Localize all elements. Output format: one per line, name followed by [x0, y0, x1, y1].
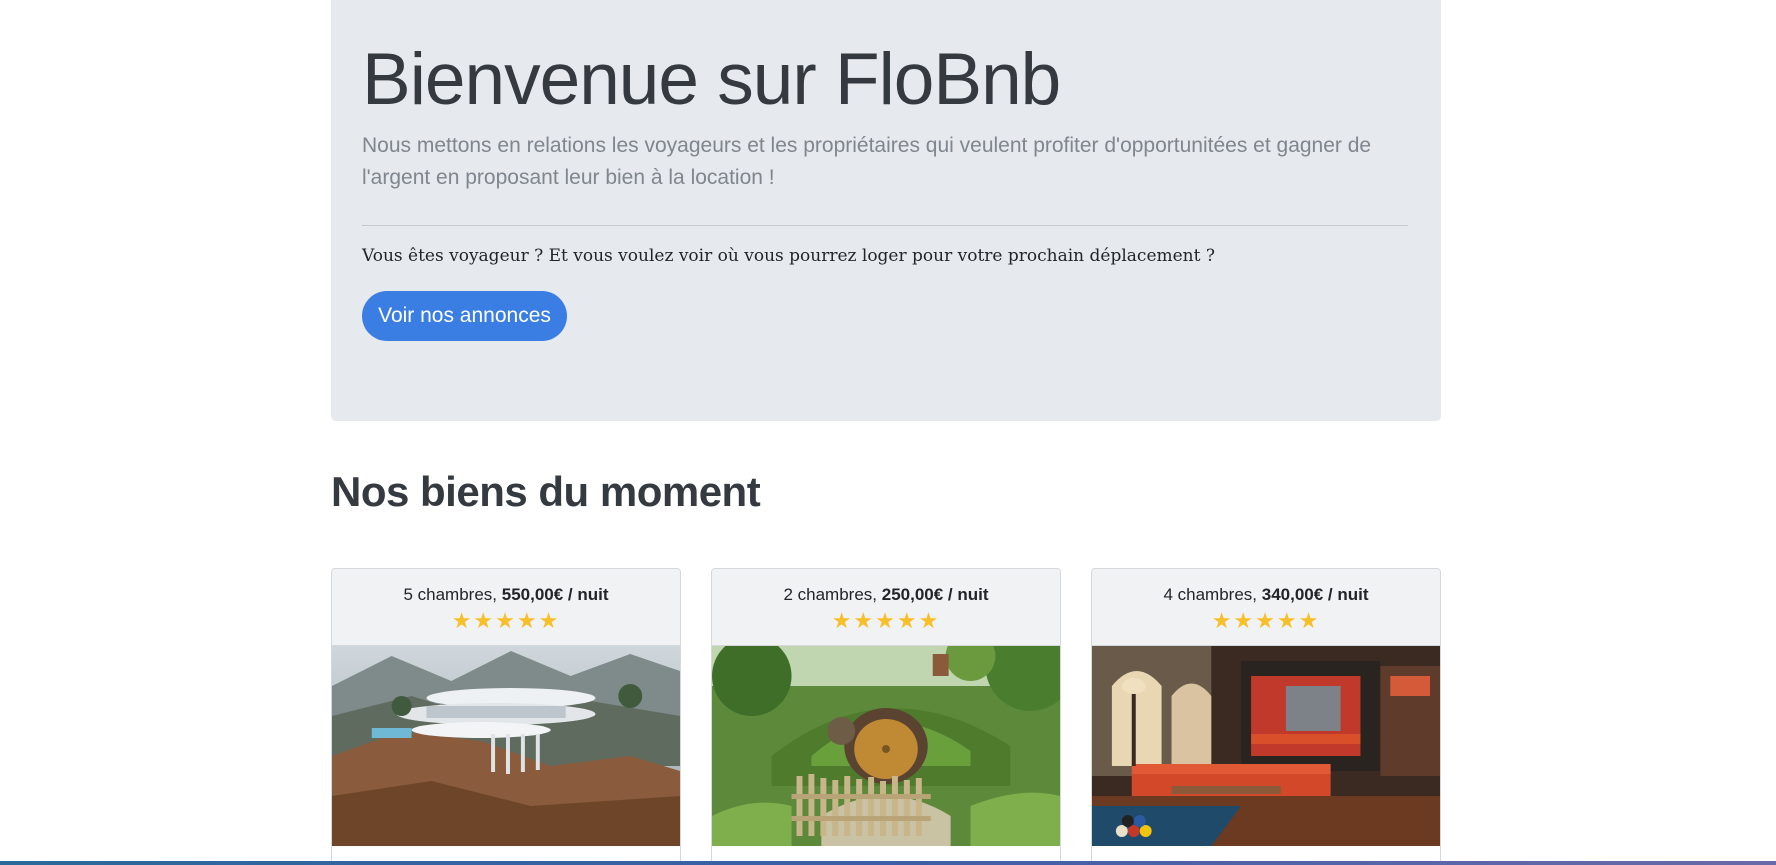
see-listings-button[interactable]: Voir nos annonces — [362, 291, 567, 341]
listing-info: 4 chambres, 340,00€ / nuit — [1092, 585, 1440, 605]
rating-stars-icon: ★★★★★ — [831, 608, 941, 633]
listing-card[interactable]: 2 chambres, 250,00€ / nuit ★★★★★ — [711, 568, 1061, 865]
listing-rooms: 2 chambres, — [783, 585, 878, 604]
listing-info: 5 chambres, 550,00€ / nuit — [332, 585, 680, 605]
listing-rooms: 4 chambres, — [1163, 585, 1258, 604]
listing-image[interactable] — [1092, 646, 1440, 846]
hero-lead: Nous mettons en relations les voyageurs … — [362, 134, 1372, 189]
listing-image[interactable] — [712, 646, 1060, 846]
rating-stars-icon: ★★★★★ — [451, 608, 561, 633]
section-title: Nos biens du moment — [331, 468, 761, 515]
hero-jumbotron: Bienvenue sur FloBnb Nous mettons en rel… — [331, 0, 1441, 421]
listing-card-header: 2 chambres, 250,00€ / nuit ★★★★★ — [712, 569, 1060, 646]
hero-question: Vous êtes voyageur ? Et vous voulez voir… — [362, 246, 1215, 266]
page: Bienvenue sur FloBnb Nous mettons en rel… — [0, 0, 1776, 865]
listing-card[interactable]: 4 chambres, 340,00€ / nuit ★★★★★ — [1091, 568, 1441, 865]
rating-stars-icon: ★★★★★ — [1211, 608, 1321, 633]
hero-divider — [362, 225, 1408, 226]
listing-image[interactable] — [332, 646, 680, 846]
listing-card-header: 4 chambres, 340,00€ / nuit ★★★★★ — [1092, 569, 1440, 646]
listing-price: 550,00€ / nuit — [501, 585, 609, 604]
listing-price: 340,00€ / nuit — [1261, 585, 1369, 604]
bottom-bar — [0, 861, 1776, 865]
listing-price: 250,00€ / nuit — [881, 585, 989, 604]
listing-info: 2 chambres, 250,00€ / nuit — [712, 585, 1060, 605]
listing-card-header: 5 chambres, 550,00€ / nuit ★★★★★ — [332, 569, 680, 646]
listing-card[interactable]: 5 chambres, 550,00€ / nuit ★★★★★ — [331, 568, 681, 865]
listing-rooms: 5 chambres, — [403, 585, 498, 604]
hero-title: Bienvenue sur FloBnb — [362, 39, 1061, 120]
